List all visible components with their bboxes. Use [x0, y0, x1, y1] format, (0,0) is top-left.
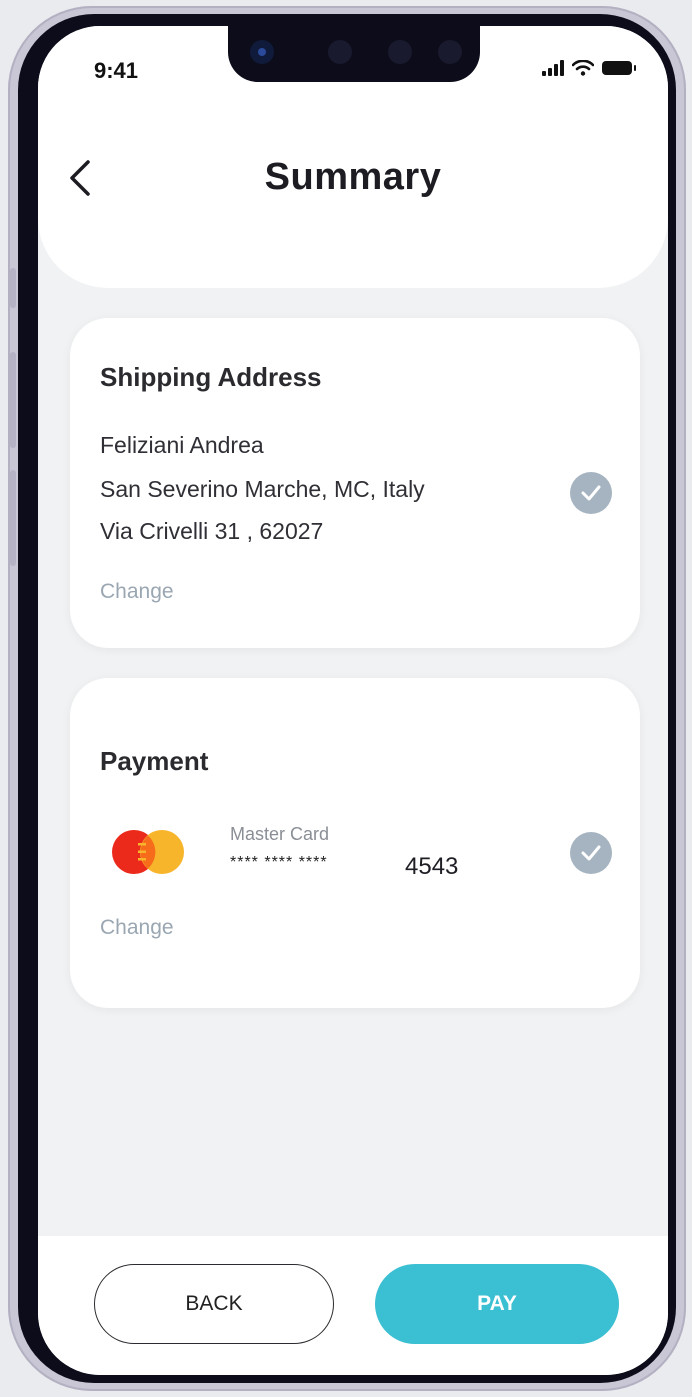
front-camera-icon [250, 40, 274, 64]
shipping-street: Via Crivelli 31 , 62027 [100, 518, 324, 544]
status-icons [542, 60, 636, 76]
shipping-address-card: Shipping Address Feliziani Andrea San Se… [70, 318, 640, 648]
wifi-icon [572, 60, 594, 76]
card-last-digits: 4543 [405, 853, 459, 880]
card-masked-number: **** **** **** [230, 854, 328, 871]
battery-icon [602, 61, 636, 75]
signal-icon [542, 60, 564, 76]
shipping-address-title: Shipping Address [100, 362, 322, 392]
volume-up-button [10, 352, 16, 448]
sensor-icon [328, 40, 352, 64]
sensor-icon [388, 40, 412, 64]
mastercard-logo-icon [112, 830, 184, 874]
header: 9:41 Summary [38, 26, 668, 288]
shipping-selected-check-icon[interactable] [570, 472, 612, 514]
change-address-link[interactable]: Change [100, 580, 174, 604]
shipping-name: Feliziani Andrea [100, 432, 264, 458]
notch [228, 26, 480, 82]
card-brand-label: Master Card [230, 824, 330, 844]
shipping-city: San Severino Marche, MC, Italy [100, 476, 425, 502]
payment-selected-check-icon[interactable] [570, 832, 612, 874]
change-payment-link[interactable]: Change [100, 916, 174, 940]
volume-down-button [10, 470, 16, 566]
sensor-icon [438, 40, 462, 64]
status-time: 9:41 [94, 58, 139, 83]
payment-card: Payment Master Card **** **** **** 4543 … [70, 678, 640, 1008]
back-button[interactable]: BACK [94, 1264, 334, 1344]
pay-button[interactable]: PAY [375, 1264, 619, 1344]
payment-title: Payment [100, 746, 209, 776]
footer-bar: BACK PAY [38, 1236, 668, 1375]
mute-switch [10, 268, 16, 308]
app-screen: 9:41 Summary Shipping Address Feliziani … [38, 26, 668, 1375]
page-title: Summary [264, 156, 442, 198]
